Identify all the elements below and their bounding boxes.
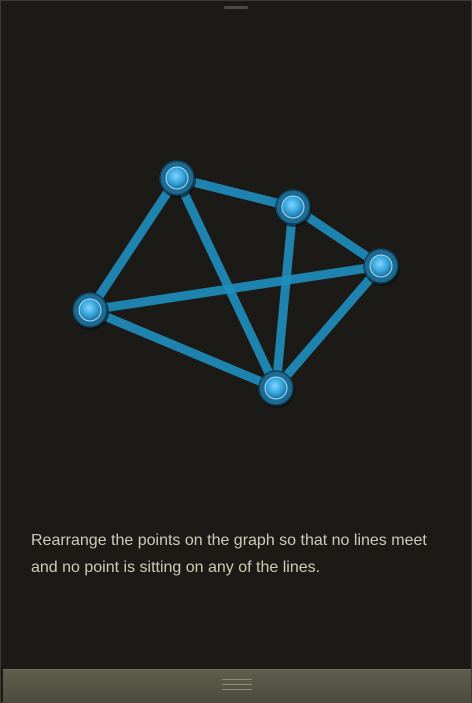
menu-icon[interactable] (222, 679, 252, 695)
graph-edge-c-e (271, 261, 386, 393)
graph-edge-b-e (271, 202, 298, 393)
graph-node-b[interactable] (275, 189, 312, 227)
graph-node-a[interactable] (159, 160, 196, 198)
game-screen: Rearrange the points on the graph so tha… (0, 0, 472, 703)
graph-edges (85, 173, 386, 393)
instructions-text: Rearrange the points on the graph so tha… (31, 532, 427, 576)
graph-puzzle-board[interactable] (1, 1, 472, 471)
graph-node-d[interactable] (72, 292, 109, 330)
graph-edge-a-d (85, 173, 182, 315)
bottom-bar[interactable] (3, 669, 471, 703)
graph-node-c[interactable] (363, 248, 400, 286)
